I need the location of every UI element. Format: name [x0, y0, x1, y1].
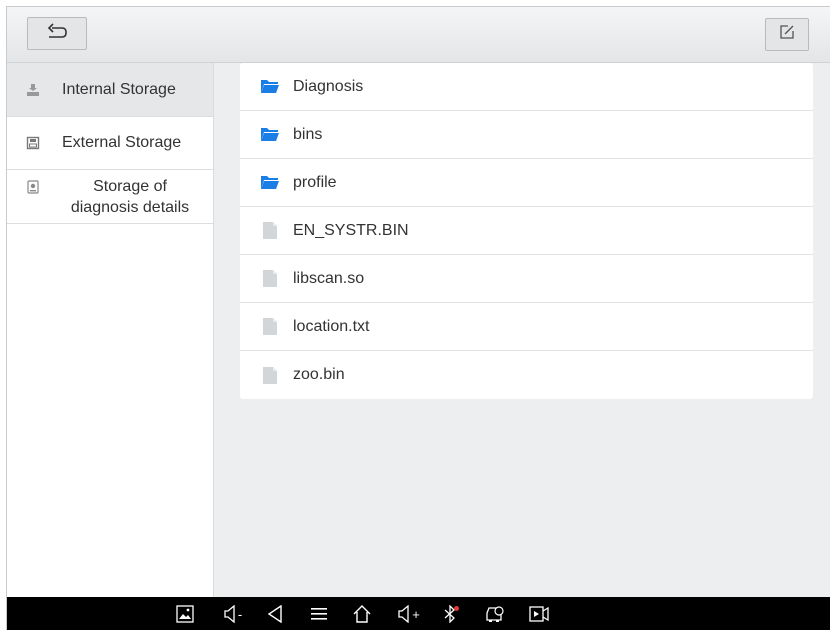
sidebar-item-internal-storage[interactable]: Internal Storage — [7, 63, 213, 117]
volume-up-label: + — [412, 606, 420, 622]
vci-icon[interactable] — [485, 604, 505, 624]
file-icon — [261, 318, 279, 335]
folder-icon — [261, 79, 279, 95]
sidebar-item-diagnosis-storage[interactable]: Storage of diagnosis details — [7, 170, 213, 224]
system-navbar: - + — [7, 597, 830, 630]
toolbar — [7, 7, 830, 63]
file-list: Diagnosis bins profile EN_SYSTR.BIN libs… — [240, 63, 813, 399]
file-name: bins — [293, 125, 323, 143]
screenshot-icon[interactable] — [175, 604, 195, 624]
list-item[interactable]: zoo.bin — [240, 351, 813, 399]
file-name: profile — [293, 173, 337, 191]
edit-icon — [779, 24, 795, 45]
home-icon[interactable] — [352, 604, 372, 624]
list-item[interactable]: location.txt — [240, 303, 813, 351]
folder-icon — [261, 175, 279, 191]
external-storage-icon — [26, 136, 40, 150]
volume-down-icon[interactable]: - — [219, 604, 247, 624]
sidebar-item-external-storage[interactable]: External Storage — [7, 117, 213, 170]
file-name: location.txt — [293, 317, 370, 335]
back-icon[interactable] — [265, 604, 285, 624]
list-item[interactable]: EN_SYSTR.BIN — [240, 207, 813, 255]
file-icon — [261, 366, 279, 384]
storage-sidebar: Internal Storage External Storage Storag… — [7, 63, 214, 597]
volume-down-label: - — [237, 606, 243, 622]
folder-icon — [261, 127, 279, 143]
file-icon — [261, 270, 279, 287]
sidebar-item-label: External Storage — [62, 134, 182, 151]
sidebar-item-label-line2: diagnosis details — [70, 198, 190, 216]
volume-up-icon[interactable]: + — [395, 604, 423, 624]
file-name: EN_SYSTR.BIN — [293, 221, 409, 239]
diagnosis-storage-icon — [26, 180, 40, 194]
internal-storage-icon — [26, 83, 40, 97]
edit-button[interactable] — [765, 18, 809, 51]
back-arrow-icon — [46, 23, 68, 44]
sidebar-item-label-line1: Storage of — [93, 177, 167, 195]
file-name: Diagnosis — [293, 77, 364, 95]
app-frame: Internal Storage External Storage Storag… — [6, 6, 830, 630]
list-item[interactable]: profile — [240, 159, 813, 207]
back-button[interactable] — [27, 17, 87, 50]
sidebar-item-label: Storage of diagnosis details — [47, 176, 213, 218]
menu-icon[interactable] — [309, 604, 329, 624]
file-icon — [261, 222, 279, 239]
screen-record-icon[interactable] — [529, 604, 549, 624]
bluetooth-icon[interactable] — [441, 604, 461, 624]
list-item[interactable]: bins — [240, 111, 813, 159]
list-item[interactable]: Diagnosis — [240, 63, 813, 111]
file-name: zoo.bin — [293, 366, 345, 383]
sidebar-item-label: Internal Storage — [62, 80, 176, 98]
list-item[interactable]: libscan.so — [240, 255, 813, 303]
file-name: libscan.so — [293, 269, 365, 287]
